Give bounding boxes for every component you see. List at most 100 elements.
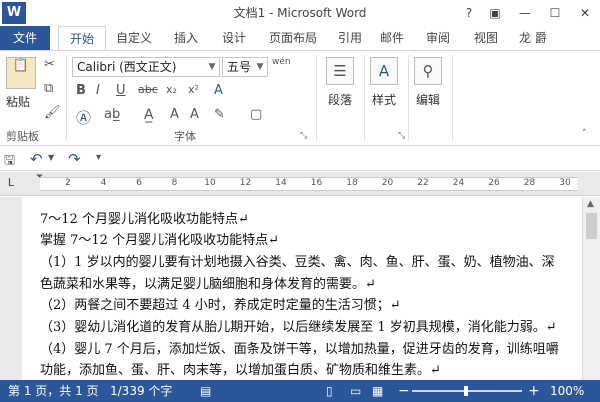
tab-selector[interactable]: L bbox=[4, 176, 18, 190]
styles-dialog-launcher-icon[interactable]: ⤡ bbox=[398, 131, 405, 141]
maximize-button[interactable]: ☐ bbox=[544, 0, 566, 26]
vertical-ruler bbox=[0, 197, 20, 380]
ribbon-home: 📋 粘贴 ✂ ⧉ 🖌 剪贴板 Calibri (西文正文) ▼ 五号 ▼ wén… bbox=[0, 50, 600, 146]
font-dialog-launcher-icon[interactable]: ⤡ bbox=[300, 131, 307, 141]
tab-design[interactable]: 设计 bbox=[214, 26, 254, 50]
bold-button[interactable]: B bbox=[76, 83, 86, 98]
paste-icon[interactable]: 📋 bbox=[6, 57, 36, 89]
paragraph-button[interactable]: ☰ 段落 bbox=[320, 55, 360, 127]
highlight-icon[interactable]: ab̲ bbox=[104, 107, 120, 122]
minimize-button[interactable]: — bbox=[514, 0, 536, 26]
proofing-icon[interactable]: ▤ bbox=[200, 380, 211, 402]
tab-page-layout[interactable]: 页面布局 bbox=[262, 26, 324, 50]
title-bar: W 文档1 - Microsoft Word ? ▣ — ☐ ✕ bbox=[0, 0, 600, 26]
ruler-tick-label: 28 bbox=[523, 178, 536, 188]
doc-line[interactable]: （4）婴儿 7 个月后，添加烂饭、面条及饼干等，以增加热量，促进牙齿的发育，训练… bbox=[40, 341, 559, 359]
chevron-down-icon[interactable]: ▼ bbox=[253, 58, 267, 76]
ruler-tick-label: 4 bbox=[100, 178, 107, 188]
ruler-tick-label: 10 bbox=[204, 178, 216, 188]
read-mode-icon[interactable]: ▯ bbox=[326, 380, 333, 402]
superscript-button[interactable]: x² bbox=[188, 83, 199, 96]
phonetic-guide-icon[interactable]: wén bbox=[272, 57, 291, 67]
styles-button[interactable]: A 样式 bbox=[364, 55, 404, 127]
tab-file[interactable]: 文件 bbox=[0, 26, 50, 50]
doc-line[interactable]: 功能，添加鱼、蛋、肝、肉末等，以增加蛋白质、矿物质和维生素。↵ bbox=[40, 362, 441, 380]
paragraph-icon: ☰ bbox=[326, 57, 354, 85]
document-area: 7～12 个月婴儿消化吸收功能特点↵ 掌握 7～12 个月婴儿消化吸收功能特点↵… bbox=[0, 197, 600, 380]
vertical-scrollbar[interactable]: ▲ bbox=[582, 197, 600, 380]
tab-mailings[interactable]: 邮件 bbox=[374, 26, 410, 50]
ribbon-display-button[interactable]: ▣ bbox=[484, 0, 506, 26]
redo-icon[interactable]: ↷ bbox=[68, 150, 81, 168]
tab-home[interactable]: 开始 bbox=[58, 26, 106, 50]
underline-button[interactable]: U bbox=[116, 83, 126, 98]
font-name-value: Calibri (西文正文) bbox=[77, 60, 177, 74]
binoculars-icon: ⚲ bbox=[414, 57, 442, 85]
doc-line[interactable]: （3）婴幼儿消化道的发育从胎儿期开始，以后继续发展至 1 岁初具规模，消化能力弱… bbox=[40, 319, 557, 337]
styles-label: 样式 bbox=[371, 93, 396, 107]
scroll-thumb[interactable] bbox=[586, 213, 597, 239]
help-button[interactable]: ? bbox=[458, 0, 480, 26]
print-layout-icon[interactable]: ▭ bbox=[350, 380, 361, 402]
shrink-font-icon[interactable]: A bbox=[190, 107, 199, 122]
document-page[interactable]: 7～12 个月婴儿消化吸收功能特点↵ 掌握 7～12 个月婴儿消化吸收功能特点↵… bbox=[22, 197, 582, 380]
ruler-tick-label: 8 bbox=[171, 178, 178, 188]
quick-access-toolbar: 🖫 ↶ ▼ ↷ ▾ bbox=[0, 147, 600, 171]
cut-icon[interactable]: ✂ bbox=[44, 57, 55, 72]
group-separator bbox=[66, 55, 67, 141]
editing-button[interactable]: ⚲ 编辑 bbox=[408, 55, 448, 127]
customize-qat-icon[interactable]: ▾ bbox=[96, 152, 101, 163]
grow-font-icon[interactable]: A bbox=[170, 107, 179, 122]
tab-insert[interactable]: 插入 bbox=[166, 26, 206, 50]
indent-marker-icon[interactable]: ⏷ bbox=[36, 172, 43, 182]
subscript-button[interactable]: x₂ bbox=[166, 83, 177, 96]
zoom-in-button[interactable]: + bbox=[528, 380, 540, 402]
ribbon-tabs: 文件 开始 自定义 插入 设计 页面布局 引用 邮件 审阅 视图 龙 爵 bbox=[0, 26, 600, 50]
doc-line[interactable]: （1）1 岁以内的婴儿要有计划地摄入谷类、豆类、禽、肉、鱼、肝、蛋、奶、植物油、… bbox=[40, 254, 555, 272]
group-label-clipboard: 剪贴板 bbox=[6, 130, 39, 143]
font-size-value: 五号 bbox=[227, 60, 252, 74]
copy-icon[interactable]: ⧉ bbox=[44, 81, 53, 96]
user-account[interactable]: 龙 爵 bbox=[519, 26, 547, 50]
font-size-combo[interactable]: 五号 ▼ bbox=[222, 57, 268, 77]
page-count[interactable]: 第 1 页，共 1 页 bbox=[8, 380, 99, 402]
text-effects-icon[interactable]: A bbox=[214, 83, 223, 98]
paragraph-label: 段落 bbox=[327, 93, 352, 107]
doc-line[interactable]: 色蔬菜和水果等，以满足婴儿脑细胞和身体发育的需要。↵ bbox=[40, 276, 376, 294]
ruler-tick-label: 22 bbox=[417, 178, 429, 188]
save-icon[interactable]: 🖫 bbox=[4, 151, 15, 173]
zoom-slider-thumb[interactable] bbox=[464, 386, 468, 396]
horizontal-ruler[interactable]: L ⏷ 2 4 6 8 10 12 14 16 18 20 22 24 26 28 30 bbox=[0, 172, 600, 196]
ruler-tick-label: 12 bbox=[239, 178, 252, 188]
font-name-combo[interactable]: Calibri (西文正文) ▼ bbox=[72, 57, 220, 77]
doc-line[interactable]: （2）两餐之间不要超过 4 小时，养成定时定量的生活习惯；↵ bbox=[40, 297, 401, 315]
strikethrough-button[interactable]: abc bbox=[138, 83, 158, 96]
tab-custom[interactable]: 自定义 bbox=[110, 26, 158, 50]
word-count[interactable]: 1/339 个字 bbox=[110, 380, 172, 402]
ruler-tick-label: 30 bbox=[559, 178, 571, 188]
status-bar: 第 1 页，共 1 页 1/339 个字 ▤ ▯ ▭ ▦ − + 100% bbox=[0, 380, 600, 402]
font-color-icon[interactable]: A̲ bbox=[144, 107, 154, 123]
doc-line[interactable]: 掌握 7～12 个月婴儿消化吸收功能特点↵ bbox=[40, 232, 279, 250]
text-effects-outline-icon[interactable]: Ⓐ bbox=[76, 107, 91, 128]
chevron-down-icon[interactable]: ▼ bbox=[205, 58, 219, 76]
zoom-level[interactable]: 100% bbox=[550, 380, 584, 402]
close-button[interactable]: ✕ bbox=[574, 0, 596, 26]
char-border-icon[interactable]: ▢ bbox=[250, 107, 262, 122]
scroll-up-icon[interactable]: ▲ bbox=[587, 199, 594, 209]
tab-review[interactable]: 审阅 bbox=[420, 26, 456, 50]
tab-references[interactable]: 引用 bbox=[332, 26, 368, 50]
ruler-tick-label: 16 bbox=[310, 178, 323, 188]
paste-button[interactable]: 粘贴 bbox=[6, 93, 30, 110]
undo-icon[interactable]: ↶ bbox=[30, 150, 43, 168]
undo-dropdown-icon[interactable]: ▼ bbox=[48, 153, 54, 162]
doc-line[interactable]: 7～12 个月婴儿消化吸收功能特点↵ bbox=[40, 211, 249, 229]
zoom-out-button[interactable]: − bbox=[398, 380, 410, 402]
ruler-tick-label: 20 bbox=[381, 178, 394, 188]
clear-formatting-icon[interactable]: ✎ bbox=[214, 107, 225, 122]
italic-button[interactable]: I bbox=[96, 83, 100, 98]
collapse-ribbon-icon[interactable]: ˄ bbox=[582, 129, 587, 139]
web-layout-icon[interactable]: ▦ bbox=[372, 380, 383, 402]
tab-view[interactable]: 视图 bbox=[468, 26, 504, 50]
format-painter-icon[interactable]: 🖌 bbox=[44, 105, 61, 120]
